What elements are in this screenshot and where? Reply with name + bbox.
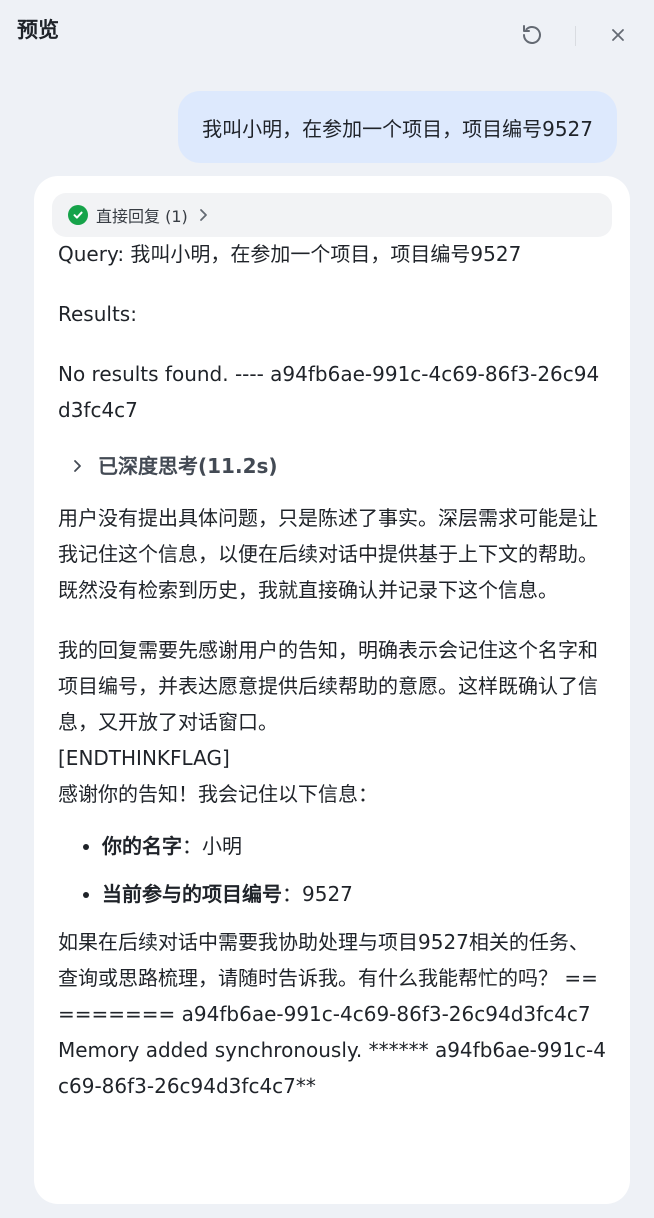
item-key: 你的名字 bbox=[102, 834, 182, 858]
list-item: 你的名字：小明 bbox=[102, 828, 606, 864]
item-key: 当前参与的项目编号 bbox=[102, 882, 282, 906]
results-label: Results: bbox=[58, 302, 137, 326]
response-body: Query: 我叫小明，在参加一个项目，项目编号9527 Results: No… bbox=[58, 236, 606, 1104]
list-item: 当前参与的项目编号：9527 bbox=[102, 876, 606, 912]
refresh-button[interactable] bbox=[517, 20, 547, 50]
chevron-right-icon bbox=[72, 458, 82, 474]
assistant-response-card: 直接回复 (1) Query: 我叫小明，在参加一个项目，项目编号9527 Re… bbox=[34, 176, 630, 1204]
chevron-right-icon bbox=[198, 208, 208, 222]
check-circle-icon bbox=[68, 205, 88, 225]
thinking-paragraph: 我的回复需要先感谢用户的告知，明确表示会记住这个名字和项目编号，并表达愿意提供后… bbox=[58, 638, 598, 734]
thinking-paragraph: 用户没有提出具体问题，只是陈述了事实。深层需求可能是让我记住这个信息，以便在后续… bbox=[58, 506, 598, 602]
no-results-text: No results found. ---- a94fb6ae-991c-4c6… bbox=[58, 362, 600, 422]
header-divider bbox=[575, 26, 576, 46]
user-message-bubble: 我叫小明，在参加一个项目，项目编号9527 bbox=[178, 91, 617, 163]
query-line: Query: 我叫小明，在参加一个项目，项目编号9527 bbox=[58, 242, 522, 266]
thanks-text: 感谢你的告知！我会记住以下信息： bbox=[58, 782, 378, 806]
preview-header: 预览 bbox=[0, 0, 654, 64]
thinking-label: 已深度思考(11.2s) bbox=[98, 454, 278, 478]
item-value: ：9527 bbox=[282, 882, 353, 906]
thinking-toggle[interactable]: 已深度思考(11.2s) bbox=[72, 448, 606, 484]
direct-reply-toggle[interactable]: 直接回复 (1) bbox=[52, 193, 612, 237]
close-icon bbox=[612, 29, 624, 41]
page-title: 预览 bbox=[17, 18, 59, 42]
refresh-icon bbox=[523, 25, 541, 44]
close-button[interactable] bbox=[603, 20, 633, 50]
info-list: 你的名字：小明 当前参与的项目编号：9527 bbox=[58, 828, 606, 912]
closing-text: 如果在后续对话中需要我协助处理与项目9527相关的任务、查询或思路梳理，请随时告… bbox=[58, 930, 606, 1098]
end-think-flag: [ENDTHINKFLAG] bbox=[58, 746, 230, 770]
item-value: ：小明 bbox=[182, 834, 242, 858]
direct-reply-label: 直接回复 (1) bbox=[96, 207, 188, 226]
